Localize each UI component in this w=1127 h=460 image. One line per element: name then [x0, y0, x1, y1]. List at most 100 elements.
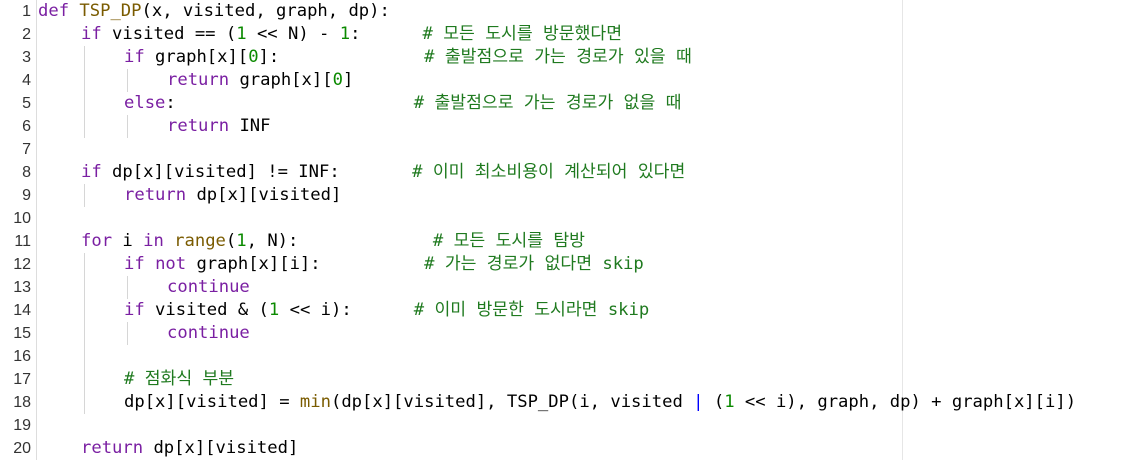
code-text[interactable]: continue	[167, 276, 250, 299]
keyword-token: if	[81, 24, 102, 44]
keyword-token: continue	[167, 323, 250, 343]
indent-guide	[84, 92, 85, 115]
code-text[interactable]: return dp[x][visited]	[124, 184, 341, 207]
code-text[interactable]: if visited == (1 << N) - 1: # 모든 도시를 방문했…	[81, 23, 622, 46]
code-text[interactable]: for i in range(1, N): # 모든 도시를 탐방	[81, 230, 585, 253]
comment-token: # 가는 경로가 없다면 skip	[320, 254, 644, 274]
line-number: 6	[22, 118, 31, 135]
keyword-token: return	[81, 438, 144, 458]
indent-guide	[84, 46, 85, 69]
code-text[interactable]: if visited & (1 << i): # 이미 방문한 도시라면 ski…	[124, 299, 649, 322]
code-token: graph[x][	[229, 70, 333, 90]
code-line[interactable]: 1 def TSP_DP(x, visited, graph, dp):	[0, 0, 1127, 23]
indent-guide	[127, 69, 128, 92]
comment-token: # 모든 도시를 방문했다면	[360, 24, 623, 44]
code-text[interactable]: continue	[167, 322, 250, 345]
code-token: :	[350, 24, 361, 44]
keyword-token: not	[155, 254, 187, 274]
code-line[interactable]: 8 if dp[x][visited] != INF: # 이미 최소비용이 계산…	[0, 161, 1127, 184]
line-number: 3	[22, 49, 31, 66]
code-token: graph[x][i]:	[186, 254, 321, 274]
code-text[interactable]: dp[x][visited] = min(dp[x][visited], TSP…	[124, 391, 1076, 414]
code-editor[interactable]: 1 def TSP_DP(x, visited, graph, dp): 2 if v…	[0, 0, 1127, 460]
line-number: 4	[22, 72, 31, 89]
builtin-token: range	[174, 231, 226, 251]
line-number: 19	[13, 417, 31, 434]
keyword-token: if	[124, 300, 145, 320]
code-line[interactable]: 14 if visited & (1 << i): # 이미 방문한 도시라면 s…	[0, 299, 1127, 322]
keyword-token: continue	[167, 277, 250, 297]
line-number: 17	[13, 371, 31, 388]
code-token: i	[112, 231, 144, 251]
indent-guide	[127, 276, 128, 299]
code-line[interactable]: 19	[0, 414, 1127, 437]
code-token: ]:	[258, 47, 280, 67]
indent-guide	[84, 322, 85, 345]
keyword-token: for	[81, 231, 113, 251]
line-number: 2	[22, 26, 31, 43]
code-line[interactable]: 12 if not graph[x][i]: # 가는 경로가 없다면 skip	[0, 253, 1127, 276]
code-token: INF	[229, 116, 271, 136]
keyword-token: def	[38, 1, 70, 21]
code-token: dp[x][visited] != INF:	[101, 162, 340, 182]
code-token: << i):	[279, 300, 352, 320]
code-token: << i), graph, dp) + graph[x][i])	[734, 392, 1077, 412]
code-line[interactable]: 7	[0, 138, 1127, 161]
code-token: << N) -	[246, 24, 340, 44]
keyword-token: return	[167, 116, 230, 136]
code-line[interactable]: 5 else: # 출발점으로 가는 경로가 없을 때	[0, 92, 1127, 115]
code-line[interactable]: 10	[0, 207, 1127, 230]
indent-guide	[84, 69, 85, 92]
code-text[interactable]: if dp[x][visited] != INF: # 이미 최소비용이 계산되…	[81, 161, 685, 184]
keyword-token: else	[124, 93, 166, 113]
number-token: 1	[236, 24, 247, 44]
comment-token: # 이미 방문한 도시라면 skip	[351, 300, 650, 320]
keyword-token: if	[124, 254, 145, 274]
code-token: (dp[x][visited], TSP_DP(i, visited	[330, 392, 694, 412]
code-line[interactable]: 16	[0, 345, 1127, 368]
code-line[interactable]: 11 for i in range(1, N): # 모든 도시를 탐방	[0, 230, 1127, 253]
code-line[interactable]: 2 if visited == (1 << N) - 1: # 모든 도시를 방문…	[0, 23, 1127, 46]
code-text[interactable]: return INF	[167, 115, 271, 138]
code-line[interactable]: 18 dp[x][visited] = min(dp[x][visited], T…	[0, 391, 1127, 414]
comment-token: # 출발점으로 가는 경로가 없을 때	[175, 93, 682, 113]
code-line[interactable]: 4 return graph[x][0]	[0, 69, 1127, 92]
code-line[interactable]: 20 return dp[x][visited]	[0, 437, 1127, 460]
keyword-token: return	[167, 70, 230, 90]
comment-token: # 이미 최소비용이 계산되어 있다면	[339, 162, 686, 182]
code-text[interactable]: # 점화식 부분	[124, 368, 234, 391]
line-number: 13	[13, 279, 31, 296]
comment-token: # 점화식 부분	[124, 369, 235, 389]
code-token: graph[x][	[144, 47, 249, 67]
number-token: 0	[248, 47, 259, 67]
indent-guide	[84, 184, 85, 207]
code-line[interactable]: 17 # 점화식 부분	[0, 368, 1127, 391]
comment-token: # 출발점으로 가는 경로가 있을 때	[279, 47, 692, 67]
code-token: :	[165, 93, 176, 113]
code-token: visited == (	[101, 24, 237, 44]
code-text[interactable]: def TSP_DP(x, visited, graph, dp):	[38, 0, 390, 23]
code-text[interactable]: if graph[x][0]: # 출발점으로 가는 경로가 있을 때	[124, 46, 692, 69]
indent-guide	[84, 345, 85, 368]
code-token: (x, visited, graph, dp):	[141, 1, 390, 21]
keyword-token: if	[124, 47, 145, 67]
code-token: (	[703, 392, 725, 412]
line-number: 1	[22, 3, 31, 20]
line-number: 15	[13, 325, 31, 342]
code-text[interactable]: return dp[x][visited]	[81, 437, 298, 460]
builtin-token: min	[299, 392, 331, 412]
indent-guide	[84, 276, 85, 299]
indent-guide	[84, 299, 85, 322]
code-line[interactable]: 13 continue	[0, 276, 1127, 299]
indent-guide	[127, 115, 128, 138]
code-line[interactable]: 3 if graph[x][0]: # 출발점으로 가는 경로가 있을 때	[0, 46, 1127, 69]
code-text[interactable]: else: # 출발점으로 가는 경로가 없을 때	[124, 92, 681, 115]
code-line[interactable]: 9 return dp[x][visited]	[0, 184, 1127, 207]
line-number: 9	[22, 187, 31, 204]
code-token: dp[x][visited]	[186, 185, 342, 205]
code-line[interactable]: 15 continue	[0, 322, 1127, 345]
code-text[interactable]: if not graph[x][i]: # 가는 경로가 없다면 skip	[124, 253, 644, 276]
code-text[interactable]: return graph[x][0]	[167, 69, 353, 92]
code-line[interactable]: 6 return INF	[0, 115, 1127, 138]
